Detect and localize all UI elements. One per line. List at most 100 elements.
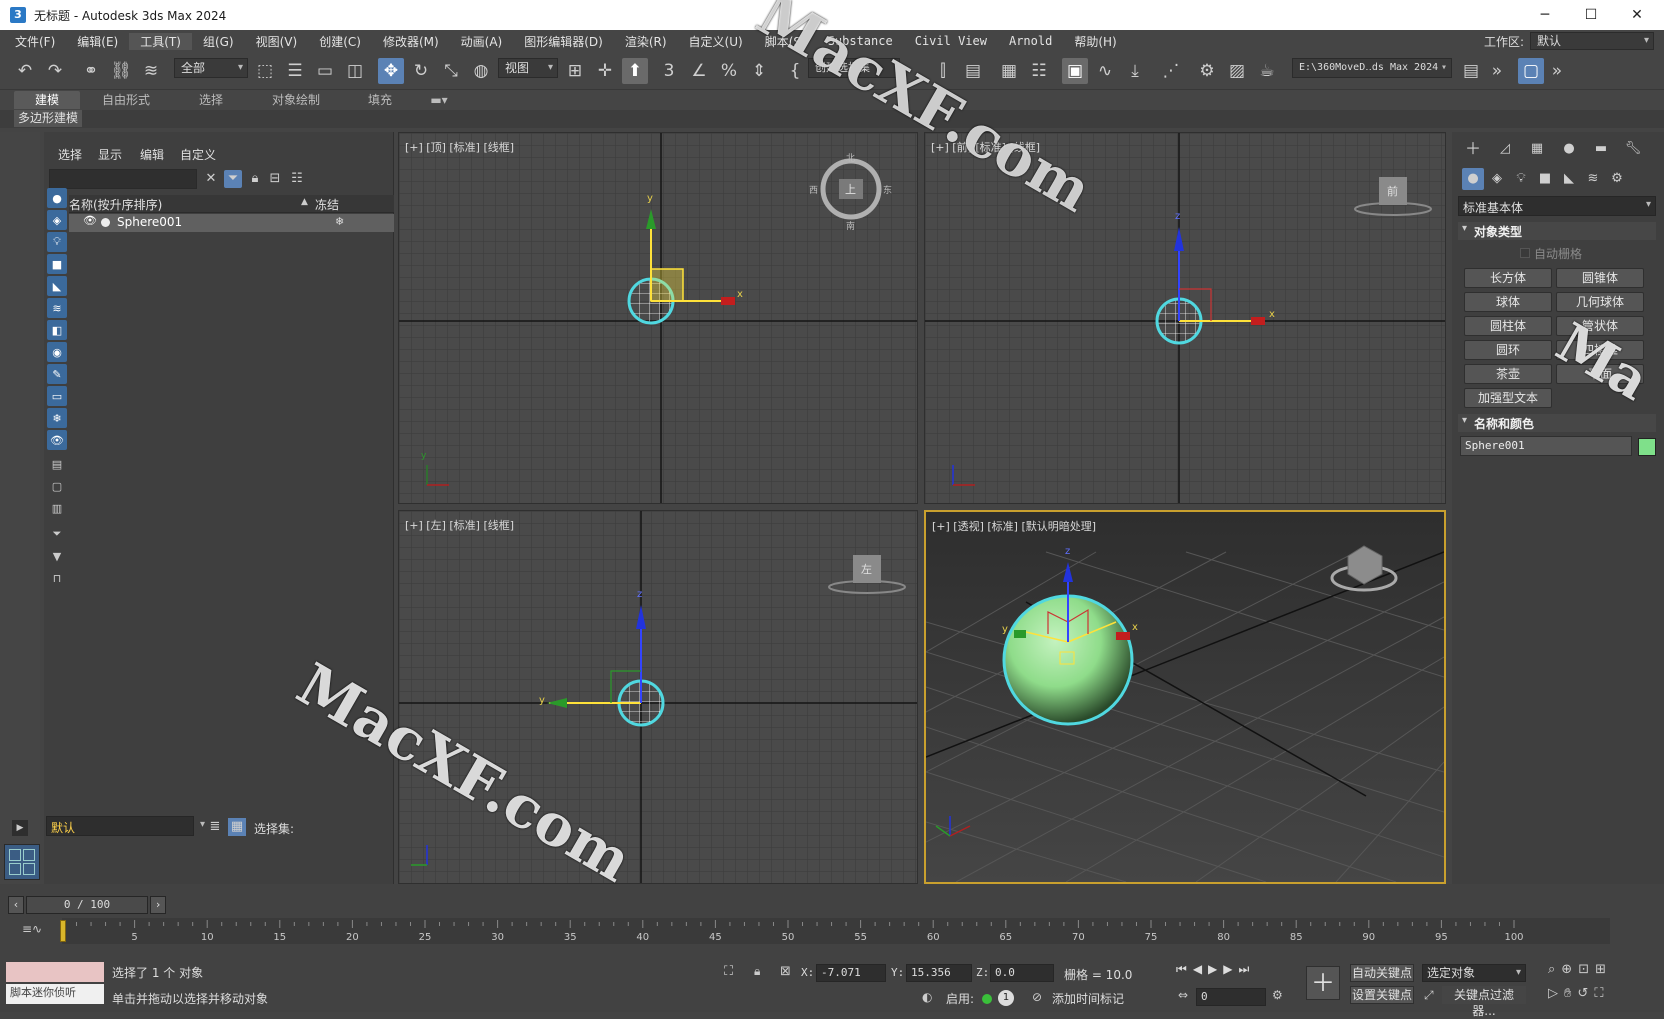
key-tangent-icon[interactable]: ⤢ bbox=[1424, 988, 1434, 1003]
snaps-toggle-icon[interactable]: 3 bbox=[656, 58, 682, 84]
column-name-header[interactable]: 名称(按升序排序) bbox=[69, 196, 162, 213]
utilities-tab-icon[interactable]: 🔧︎ bbox=[1624, 140, 1642, 158]
torus-button[interactable]: 圆环 bbox=[1464, 340, 1552, 360]
cylinder-button[interactable]: 圆柱体 bbox=[1464, 316, 1552, 336]
key-mode-icon[interactable]: ⇔ bbox=[1178, 988, 1188, 1002]
expand-layout-icon[interactable]: ▶ bbox=[12, 820, 28, 836]
menu-customize[interactable]: 自定义(U) bbox=[678, 33, 754, 50]
menu-arnold[interactable]: Arnold bbox=[998, 34, 1063, 48]
zoom-all-icon[interactable]: ⊕ bbox=[1561, 962, 1578, 977]
select-object-icon[interactable]: ⬚ bbox=[252, 58, 278, 84]
display-geometry-icon[interactable]: ● bbox=[47, 188, 67, 208]
selection-set-icon[interactable]: ▦ bbox=[228, 818, 246, 836]
select-children-icon[interactable]: ⊓ bbox=[47, 568, 67, 588]
explorer-menu-customize[interactable]: 自定义 bbox=[180, 146, 216, 163]
add-time-tag[interactable]: 添加时间标记 bbox=[1052, 990, 1124, 1007]
table-row[interactable]: 👁︎ Sphere001 ❄ bbox=[69, 214, 394, 232]
selection-lock-icon[interactable]: 🔒︎ bbox=[754, 964, 760, 979]
filter-options-icon[interactable]: ⏷ bbox=[47, 524, 67, 544]
explorer-menu-select[interactable]: 选择 bbox=[58, 146, 82, 163]
reference-coordinate-dropdown[interactable]: 视图 bbox=[498, 58, 558, 78]
column-frozen-header[interactable]: 冻结 bbox=[315, 196, 339, 213]
object-name[interactable]: Sphere001 bbox=[117, 215, 182, 229]
prev-frame-icon[interactable]: ‹ bbox=[8, 896, 24, 914]
render-production-icon[interactable]: ☕ bbox=[1254, 58, 1280, 84]
layer-dropdown[interactable]: 默认 ▾ bbox=[46, 816, 205, 836]
zoom-extents-all-icon[interactable]: ⊞ bbox=[1595, 962, 1612, 977]
viewport-perspective-label[interactable]: [+] [透视] [标准] [默认明暗处理] bbox=[932, 518, 1096, 534]
rollout-name-color[interactable]: ▾ 名称和颜色 bbox=[1458, 414, 1656, 432]
viewport-front[interactable]: [+] [前] [标准] [线框] x z 前 bbox=[924, 132, 1446, 504]
object-name-input[interactable]: Sphere001 bbox=[1460, 436, 1632, 456]
save-icon[interactable]: ▢ bbox=[1518, 58, 1544, 84]
overflow-icon[interactable]: » bbox=[1544, 58, 1570, 84]
menu-tools[interactable]: 工具(T) bbox=[129, 32, 192, 50]
explorer-menu-edit[interactable]: 编辑 bbox=[140, 146, 164, 163]
viewcube-face-label[interactable]: 前 bbox=[1387, 183, 1398, 199]
spacewarps-category-icon[interactable]: ≋ bbox=[1584, 170, 1602, 188]
zoom-extents-icon[interactable]: ⊡ bbox=[1578, 962, 1595, 977]
set-key-big-button[interactable]: ＋ bbox=[1306, 966, 1340, 1000]
display-bones-icon[interactable]: ✎ bbox=[47, 364, 67, 384]
select-and-scale-icon[interactable]: ⤡ bbox=[438, 58, 464, 84]
sphere-button[interactable]: 球体 bbox=[1464, 292, 1552, 312]
helpers-category-icon[interactable]: ◣ bbox=[1560, 170, 1578, 188]
tab-modeling[interactable]: 建模 bbox=[14, 91, 80, 109]
next-key-icon[interactable]: ▶︎ bbox=[1223, 962, 1238, 976]
key-filters-button[interactable]: 关键点过滤器... bbox=[1442, 986, 1526, 1018]
viewport-left-label[interactable]: [+] [左] [标准] [线框] bbox=[405, 517, 514, 533]
rollout-object-type[interactable]: ▾ 对象类型 bbox=[1458, 222, 1656, 240]
viewport-perspective[interactable]: [+] [透视] [标准] [默认明暗处理] x y z bbox=[924, 510, 1446, 884]
viewcube-face-label[interactable]: 上 bbox=[845, 181, 856, 197]
maxscript-listener-field[interactable] bbox=[6, 962, 104, 982]
time-slider[interactable]: 0 / 100 bbox=[26, 896, 148, 914]
timeline-track[interactable]: 0510152025303540455055606570758085909510… bbox=[59, 918, 1610, 944]
time-slider-marker[interactable] bbox=[60, 920, 66, 942]
menu-modifiers[interactable]: 修改器(M) bbox=[372, 33, 450, 50]
align-icon[interactable]: ▤ bbox=[960, 58, 986, 84]
visibility-eye-icon[interactable]: 👁︎ bbox=[83, 214, 97, 227]
scene-explorer-icon[interactable]: ▦ bbox=[996, 58, 1022, 84]
geometry-type-dropdown[interactable]: 标准基本体 ▾ bbox=[1458, 196, 1656, 216]
tab-populate[interactable]: 填充 bbox=[350, 91, 410, 109]
zoom-icon[interactable]: ⌕ bbox=[1548, 962, 1561, 977]
select-and-rotate-icon[interactable]: ↻ bbox=[408, 58, 434, 84]
orbit-icon[interactable]: ↺ bbox=[1577, 986, 1594, 1001]
autogrid-checkbox[interactable] bbox=[1520, 248, 1530, 258]
modify-tab-icon[interactable]: ◿ bbox=[1496, 140, 1514, 158]
layers-icon[interactable]: ≣ bbox=[206, 818, 224, 836]
select-and-place-icon[interactable]: ◍ bbox=[468, 58, 494, 84]
x-coordinate-field[interactable]: -7.071 bbox=[816, 964, 886, 982]
menu-edit[interactable]: 编辑(E) bbox=[66, 33, 129, 50]
info-icon[interactable]: 1 bbox=[998, 990, 1014, 1006]
filter-funnel-icon[interactable]: ▼ bbox=[47, 546, 67, 566]
display-shapes-icon[interactable]: ◈ bbox=[47, 210, 67, 230]
bind-space-warp-icon[interactable]: ≋ bbox=[138, 58, 164, 84]
isolate-selection-icon[interactable]: ⛶ bbox=[724, 964, 733, 979]
maximize-viewport-icon[interactable]: ⛶ bbox=[1594, 986, 1609, 1001]
menu-create[interactable]: 创建(C) bbox=[308, 33, 372, 50]
menu-rendering[interactable]: 渲染(R) bbox=[614, 33, 678, 50]
enable-status-dot[interactable] bbox=[982, 994, 992, 1004]
rectangular-selection-icon[interactable]: ▭ bbox=[312, 58, 338, 84]
box-button[interactable]: 长方体 bbox=[1464, 268, 1552, 288]
pivot-center-icon[interactable]: ⊞ bbox=[562, 58, 588, 84]
render-setup-icon[interactable]: ⚙ bbox=[1194, 58, 1220, 84]
layer-mode-icon[interactable]: ☷ bbox=[288, 170, 306, 188]
viewport-top-label[interactable]: [+] [顶] [标准] [线框] bbox=[405, 139, 514, 155]
explorer-menu-display[interactable]: 显示 bbox=[98, 146, 122, 163]
display-cameras-icon[interactable]: ■ bbox=[47, 254, 67, 274]
keyboard-shortcut-override-icon[interactable]: ⬆ bbox=[622, 58, 648, 84]
cameras-category-icon[interactable]: ■ bbox=[1536, 170, 1554, 188]
material-editor-icon[interactable]: ⋰ bbox=[1158, 58, 1184, 84]
menu-graph-editors[interactable]: 图形编辑器(D) bbox=[513, 33, 614, 50]
spinner-snap-icon[interactable]: ⇕ bbox=[746, 58, 772, 84]
current-frame-field[interactable]: 0 bbox=[1196, 988, 1266, 1006]
textplus-button[interactable]: 加强型文本 bbox=[1464, 388, 1552, 408]
key-set-dropdown[interactable]: 选定对象 bbox=[1422, 964, 1526, 982]
freeze-toggle-icon[interactable]: ❄ bbox=[335, 215, 344, 228]
tab-selection[interactable]: 选择 bbox=[178, 91, 244, 109]
go-to-end-icon[interactable]: ⏭ bbox=[1239, 962, 1256, 976]
lock-icon[interactable]: 🔒︎ bbox=[246, 170, 264, 188]
schematic-view-icon[interactable]: ⤓ bbox=[1122, 58, 1148, 84]
